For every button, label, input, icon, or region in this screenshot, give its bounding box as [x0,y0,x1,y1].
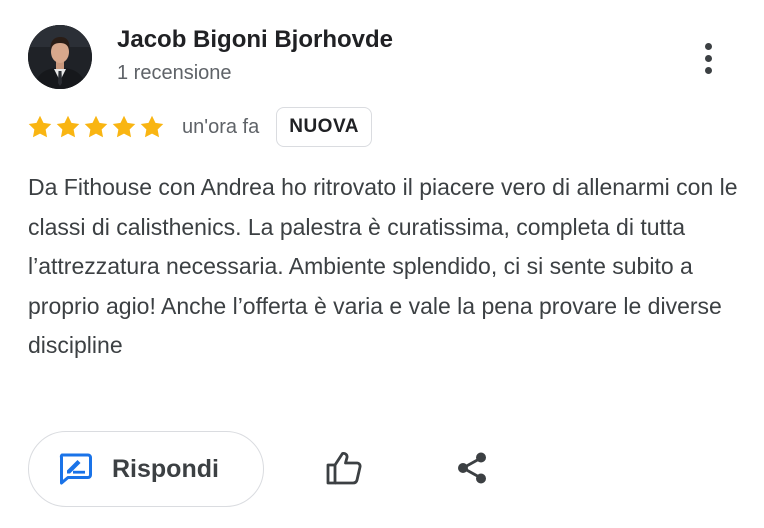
thumbs-up-icon [326,452,362,485]
reply-button[interactable]: Rispondi [28,431,264,507]
reply-label: Rispondi [112,454,219,483]
review-text: Da Fithouse con Andrea ho ritrovato il p… [28,174,738,358]
reply-edit-icon [59,453,92,485]
star-rating [27,114,165,140]
share-icon [458,452,486,484]
rating-row: un'ora fa NUOVA [27,106,372,148]
avatar[interactable] [28,25,92,89]
star-icon [84,115,108,138]
star-icon [112,115,136,138]
review-count[interactable]: 1 recensione [117,62,232,85]
star-icon [56,115,80,138]
review-time: un'ora fa [182,115,260,138]
more-dot [704,66,712,74]
star-icon [28,115,52,138]
more-vert-icon[interactable] [692,36,724,80]
more-dot [704,54,712,62]
new-badge: NUOVA [276,107,372,147]
more-dot [704,42,712,50]
reviewer-name[interactable]: Jacob Bigoni Bjorhovde [117,26,393,54]
avatar-photo [28,25,92,89]
like-button[interactable] [322,446,366,490]
share-button[interactable] [450,446,494,490]
star-icon [140,115,164,138]
